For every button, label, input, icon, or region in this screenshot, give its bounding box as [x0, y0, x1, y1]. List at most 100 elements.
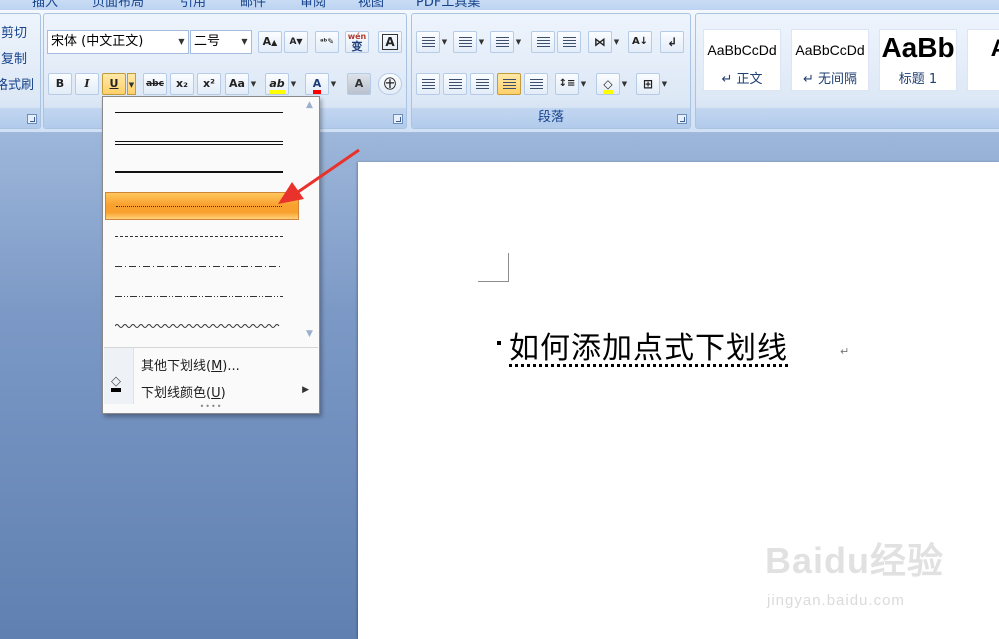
- shrink-font-button[interactable]: A▼: [284, 31, 308, 53]
- style-heading-2[interactable]: Aa 标: [967, 29, 999, 91]
- chevron-down-icon[interactable]: ▼: [477, 31, 486, 53]
- numbering-button[interactable]: [453, 31, 477, 53]
- chevron-down-icon[interactable]: ▼: [249, 73, 258, 95]
- underline-button[interactable]: U: [102, 73, 126, 95]
- paragraph-group: ▼ ▼ ▼ ⋈ ▼ A↓ ↲ ↕≡ ▼ ◇ ▼ ⊞ ▼ 段落: [411, 13, 691, 129]
- char-shading-button[interactable]: A: [347, 73, 371, 95]
- thick-line-icon: [115, 171, 283, 173]
- line-spacing-button[interactable]: ↕≡: [555, 73, 579, 95]
- change-case-button[interactable]: Aa: [225, 73, 249, 95]
- underline-dropdown-arrow[interactable]: ▼: [127, 73, 136, 95]
- more-underlines-item[interactable]: 其他下划线(M)...: [141, 355, 240, 374]
- styles-group-footer: [696, 108, 999, 128]
- underline-option-wave[interactable]: [105, 313, 299, 341]
- chevron-down-icon[interactable]: ▼: [289, 73, 298, 95]
- borders-button[interactable]: ⊞: [636, 73, 660, 95]
- chevron-down-icon[interactable]: ▼: [579, 73, 588, 95]
- italic-button[interactable]: I: [75, 73, 99, 95]
- underline-option-double[interactable]: [105, 129, 299, 157]
- chevron-down-icon[interactable]: ▼: [440, 31, 449, 53]
- phonetic-guide-button[interactable]: wén 变: [345, 31, 369, 53]
- tab-view[interactable]: 视图: [358, 0, 384, 10]
- style-heading-1[interactable]: AaBb 标题 1: [879, 29, 957, 91]
- chevron-down-icon[interactable]: ▼: [514, 31, 523, 53]
- clipboard-group: 剪切 复制 格式刷: [0, 13, 41, 129]
- shading-button[interactable]: ◇: [596, 73, 620, 95]
- align-center-button[interactable]: [443, 73, 467, 95]
- chinese-layout-button[interactable]: ⋈: [588, 31, 612, 53]
- highlight-button[interactable]: ab: [265, 73, 289, 95]
- document-text[interactable]: 如何添加点式下划线: [509, 323, 788, 367]
- distributed-button[interactable]: [524, 73, 548, 95]
- style-normal[interactable]: AaBbCcDd ↵ 正文: [703, 29, 781, 91]
- decrease-indent-icon: [537, 37, 550, 48]
- tab-mailings[interactable]: 邮件: [240, 0, 266, 10]
- cut-button[interactable]: 剪切: [1, 22, 27, 41]
- font-launcher-icon[interactable]: [393, 114, 403, 124]
- tab-references[interactable]: 引用: [180, 0, 206, 10]
- chevron-down-icon[interactable]: ▼: [612, 31, 621, 53]
- paragraph-launcher-icon[interactable]: [677, 114, 687, 124]
- clear-format-button[interactable]: ᵃᵇ✎: [315, 31, 339, 53]
- bullets-button[interactable]: [416, 31, 440, 53]
- superscript-button[interactable]: x²: [197, 73, 221, 95]
- dotted-line-icon: [116, 206, 282, 207]
- justify-button[interactable]: [497, 73, 521, 95]
- increase-indent-icon: [563, 37, 576, 48]
- scroll-down-icon[interactable]: ▼: [306, 329, 313, 339]
- underline-option-single[interactable]: [105, 99, 299, 127]
- align-left-button[interactable]: [416, 73, 440, 95]
- dashed-line-icon: [115, 236, 283, 237]
- grow-font-icon: A: [262, 35, 272, 48]
- format-painter-button[interactable]: 格式刷: [0, 74, 34, 93]
- align-right-button[interactable]: [470, 73, 494, 95]
- paragraph-mark: ↵: [840, 345, 850, 358]
- style-no-spacing[interactable]: AaBbCcDd ↵ 无间隔: [791, 29, 869, 91]
- underline-color-item[interactable]: 下划线颜色(U): [141, 382, 226, 401]
- tab-insert[interactable]: 插入: [32, 0, 58, 10]
- justify-icon: [503, 79, 516, 90]
- font-name-select[interactable]: 宋体 (中文正文) ▼: [47, 30, 189, 54]
- align-right-icon: [476, 79, 489, 90]
- single-line-icon: [115, 112, 283, 113]
- multilevel-list-button[interactable]: [490, 31, 514, 53]
- double-line-icon: [115, 141, 283, 145]
- font-color-button[interactable]: A: [305, 73, 329, 95]
- menu-resize-grip[interactable]: ••••: [103, 402, 319, 411]
- tab-pdf-tools[interactable]: PDF工具集: [416, 0, 480, 10]
- menu-scrollbar[interactable]: ▲ ▼: [303, 98, 318, 344]
- paint-bucket-icon: ◇: [603, 78, 613, 94]
- bullets-icon: [422, 37, 435, 48]
- tab-review[interactable]: 审阅: [300, 0, 326, 10]
- paint-bucket-icon: ◇: [111, 375, 121, 392]
- dot-dot-dash-line-icon: [115, 296, 283, 297]
- font-color-icon: A: [312, 78, 322, 94]
- underline-option-dot-dash[interactable]: [105, 253, 299, 281]
- underline-option-dotted[interactable]: [105, 192, 299, 220]
- sort-button[interactable]: A↓: [628, 31, 652, 53]
- font-size-select[interactable]: 二号 ▼: [190, 30, 252, 54]
- decrease-indent-button[interactable]: [531, 31, 555, 53]
- increase-indent-button[interactable]: [557, 31, 581, 53]
- baidu-watermark: Baidu经验 jingyan.baidu.com: [765, 530, 975, 615]
- ribbon-tab-strip: 插入 页面布局 引用 邮件 审阅 视图 PDF工具集: [0, 0, 999, 10]
- show-marks-button[interactable]: ↲: [660, 31, 684, 53]
- copy-button[interactable]: 复制: [1, 48, 27, 67]
- bold-button[interactable]: B: [48, 73, 72, 95]
- strikethrough-button[interactable]: abc: [143, 73, 167, 95]
- char-border-button[interactable]: A: [378, 31, 402, 53]
- style-no-spacing-label: ↵ 无间隔: [802, 72, 858, 87]
- scroll-up-icon[interactable]: ▲: [306, 100, 313, 110]
- style-heading-1-label: 标题 1: [898, 72, 938, 87]
- tab-page-layout[interactable]: 页面布局: [92, 0, 144, 10]
- chevron-down-icon[interactable]: ▼: [660, 73, 669, 95]
- underline-option-thick[interactable]: [105, 159, 299, 187]
- clipboard-launcher-icon[interactable]: [27, 114, 37, 124]
- chevron-down-icon[interactable]: ▼: [329, 73, 338, 95]
- subscript-button[interactable]: x₂: [170, 73, 194, 95]
- enclose-char-button[interactable]: ㊉: [378, 73, 402, 95]
- underline-option-dashed[interactable]: [105, 223, 299, 251]
- grow-font-button[interactable]: A▲: [258, 31, 282, 53]
- underline-option-dot-dot-dash[interactable]: [105, 283, 299, 311]
- chevron-down-icon[interactable]: ▼: [620, 73, 629, 95]
